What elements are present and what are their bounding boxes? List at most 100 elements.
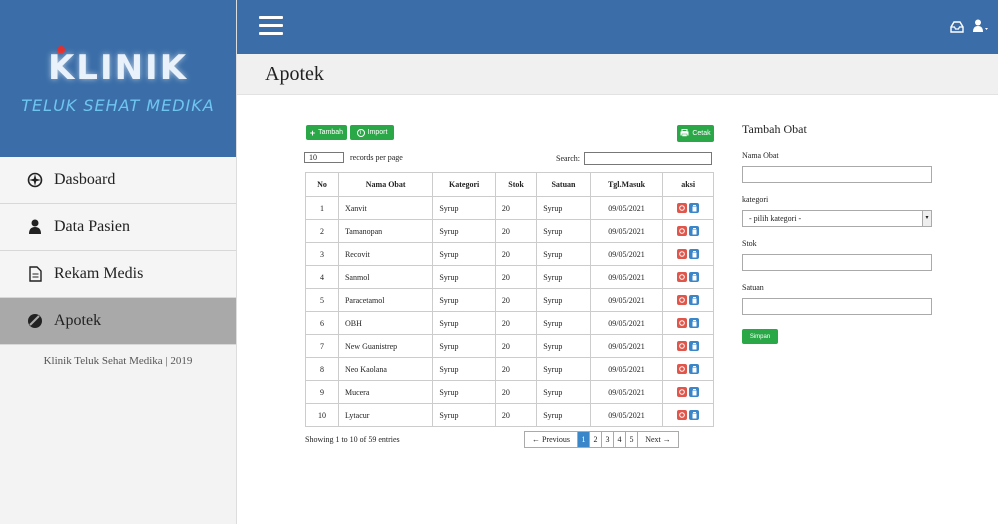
table-cell-stok: 20 bbox=[494, 380, 538, 404]
table-cell-nama-obat: Tamanopan bbox=[337, 219, 434, 243]
file-icon bbox=[26, 265, 44, 283]
row-actions bbox=[677, 341, 700, 351]
stok-input[interactable] bbox=[742, 254, 932, 271]
edit-icon[interactable] bbox=[689, 203, 700, 213]
edit-icon[interactable] bbox=[689, 387, 700, 397]
pagination: ← Previous 1 2 3 4 5 Next → bbox=[524, 431, 679, 448]
sidebar-item-label: Rekam Medis bbox=[54, 265, 144, 282]
table-cell-tgl-masuk: 09/05/2021 bbox=[589, 196, 664, 220]
delete-icon[interactable] bbox=[677, 410, 688, 420]
table-cell-aksi bbox=[662, 288, 714, 312]
search-input[interactable] bbox=[584, 152, 712, 165]
table-cell-satuan: Syrup bbox=[536, 288, 591, 312]
delete-icon[interactable] bbox=[677, 226, 688, 236]
satuan-input[interactable] bbox=[742, 298, 932, 315]
table-cell-nama-obat: Xanvit bbox=[337, 196, 434, 220]
delete-icon[interactable] bbox=[677, 249, 688, 259]
edit-icon[interactable] bbox=[689, 272, 700, 282]
table-cell-stok: 20 bbox=[494, 311, 538, 335]
delete-icon[interactable] bbox=[677, 341, 688, 351]
table-cell-kategori: Syrup bbox=[432, 403, 496, 427]
edit-icon[interactable] bbox=[689, 226, 700, 236]
print-button[interactable]: Cetak bbox=[677, 125, 714, 142]
nama-obat-input[interactable] bbox=[742, 166, 932, 183]
table-row: 10 Lytacur Syrup 20 Syrup 09/05/2021 bbox=[305, 403, 714, 427]
table-cell-no: 7 bbox=[305, 334, 339, 358]
delete-icon[interactable] bbox=[677, 272, 688, 282]
edit-icon[interactable] bbox=[689, 341, 700, 351]
delete-icon[interactable] bbox=[677, 318, 688, 328]
table-cell-no: 8 bbox=[305, 357, 339, 381]
stok-label: Stok bbox=[742, 239, 757, 248]
sidebar-item-apotek[interactable]: Apotek bbox=[0, 298, 236, 345]
table-cell-kategori: Syrup bbox=[432, 288, 496, 312]
table-row: 4 Sanmol Syrup 20 Syrup 09/05/2021 bbox=[305, 265, 714, 289]
chevron-down-icon: ▾ bbox=[922, 211, 931, 226]
table-cell-aksi bbox=[662, 219, 714, 243]
table-cell-satuan: Syrup bbox=[536, 334, 591, 358]
previous-page-button[interactable]: ← Previous bbox=[524, 431, 578, 448]
table-cell-stok: 20 bbox=[494, 242, 538, 266]
column-header-tgl-masuk: Tgl.Masuk bbox=[589, 172, 664, 197]
table-cell-aksi bbox=[662, 311, 714, 335]
user-menu-icon[interactable] bbox=[972, 19, 988, 38]
delete-icon[interactable] bbox=[677, 364, 688, 374]
delete-icon[interactable] bbox=[677, 295, 688, 305]
sidebar-item-data-pasien[interactable]: Data Pasien bbox=[0, 204, 236, 251]
import-button[interactable]: i Import bbox=[350, 125, 394, 140]
inbox-icon[interactable] bbox=[950, 20, 964, 38]
edit-icon[interactable] bbox=[689, 295, 700, 305]
logo-title: KLINIK bbox=[47, 48, 189, 88]
row-actions bbox=[677, 249, 700, 259]
table-cell-no: 2 bbox=[305, 219, 339, 243]
table-cell-stok: 20 bbox=[494, 219, 538, 243]
edit-icon[interactable] bbox=[689, 318, 700, 328]
kategori-select[interactable]: - pilih kategori - ▾ bbox=[742, 210, 932, 227]
table-cell-no: 5 bbox=[305, 288, 339, 312]
table-cell-aksi bbox=[662, 196, 714, 220]
table-cell-tgl-masuk: 09/05/2021 bbox=[589, 288, 664, 312]
add-button[interactable]: + Tambah bbox=[306, 125, 347, 140]
table-cell-tgl-masuk: 09/05/2021 bbox=[589, 242, 664, 266]
medicine-table: No Nama Obat Kategori Stok Satuan Tgl.Masuk ak… bbox=[305, 172, 714, 427]
pill-icon bbox=[26, 312, 44, 330]
table-cell-nama-obat: Mucera bbox=[337, 380, 434, 404]
column-header-satuan: Satuan bbox=[536, 172, 591, 197]
table-cell-tgl-masuk: 09/05/2021 bbox=[589, 219, 664, 243]
table-cell-kategori: Syrup bbox=[432, 219, 496, 243]
save-button[interactable]: Simpan bbox=[742, 329, 778, 344]
row-actions bbox=[677, 226, 700, 236]
edit-icon[interactable] bbox=[689, 249, 700, 259]
table-cell-no: 1 bbox=[305, 196, 339, 220]
menu-toggle-icon[interactable] bbox=[259, 16, 283, 36]
brand-logo: KLINIK TELUK SEHAT MEDIKA bbox=[0, 0, 236, 157]
sidebar-item-label: Apotek bbox=[54, 312, 102, 329]
table-cell-nama-obat: Paracetamol bbox=[337, 288, 434, 312]
sidebar-item-dashboard[interactable]: Dasboard bbox=[0, 157, 236, 204]
sidebar-footer: Klinik Teluk Sehat Medika | 2019 bbox=[43, 355, 193, 367]
table-cell-aksi bbox=[662, 242, 714, 266]
edit-icon[interactable] bbox=[689, 410, 700, 420]
records-per-page-select[interactable]: 10 bbox=[304, 152, 344, 163]
form-title: Tambah Obat bbox=[742, 122, 807, 136]
delete-icon[interactable] bbox=[677, 387, 688, 397]
table-cell-kategori: Syrup bbox=[432, 265, 496, 289]
row-actions bbox=[677, 318, 700, 328]
nama-obat-label: Nama Obat bbox=[742, 151, 779, 160]
records-per-page-label: records per page bbox=[350, 153, 403, 162]
logo-subtitle: TELUK SEHAT MEDIKA bbox=[21, 96, 215, 115]
edit-icon[interactable] bbox=[689, 364, 700, 374]
table-cell-stok: 20 bbox=[494, 403, 538, 427]
delete-icon[interactable] bbox=[677, 203, 688, 213]
table-cell-kategori: Syrup bbox=[432, 311, 496, 335]
column-header-kategori: Kategori bbox=[432, 172, 496, 197]
table-cell-stok: 20 bbox=[494, 334, 538, 358]
table-cell-aksi bbox=[662, 403, 714, 427]
table-cell-tgl-masuk: 09/05/2021 bbox=[589, 334, 664, 358]
next-page-button[interactable]: Next → bbox=[637, 431, 679, 448]
sidebar-item-rekam-medis[interactable]: Rekam Medis bbox=[0, 251, 236, 298]
search-label: Search: bbox=[556, 154, 580, 163]
sidebar: KLINIK TELUK SEHAT MEDIKA Dasboard Data … bbox=[0, 0, 237, 524]
table-row: 8 Neo Kaolana Syrup 20 Syrup 09/05/2021 bbox=[305, 357, 714, 381]
table-cell-satuan: Syrup bbox=[536, 242, 591, 266]
